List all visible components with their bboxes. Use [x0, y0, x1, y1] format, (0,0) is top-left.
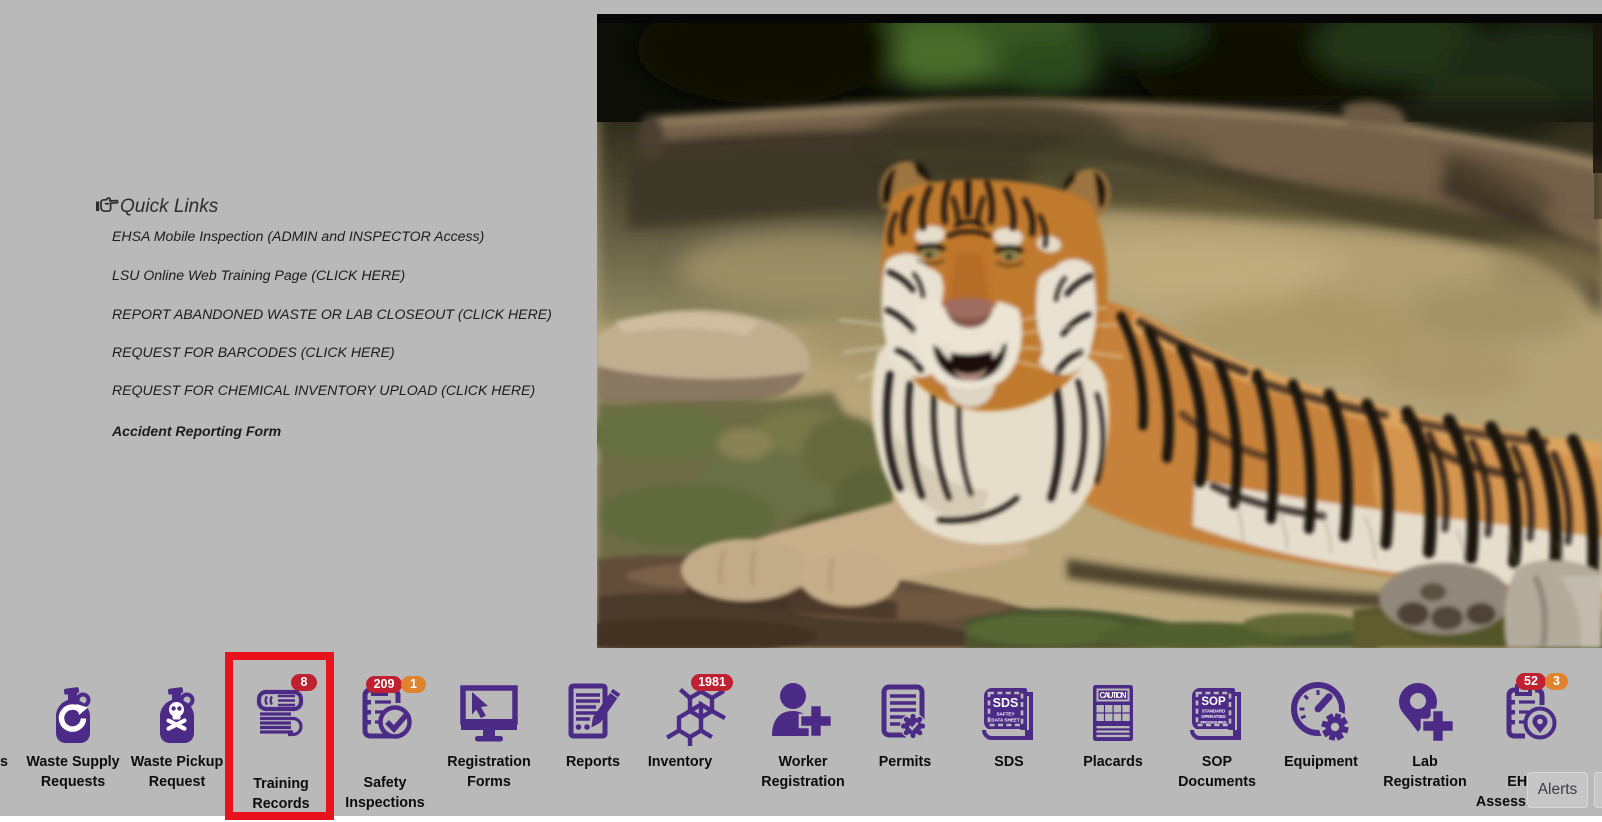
svg-text:OPERATING: OPERATING — [1201, 714, 1226, 719]
svg-text:CAUTION: CAUTION — [1100, 691, 1127, 700]
svg-text:STANDARD: STANDARD — [1202, 709, 1225, 714]
svg-text:PROCEDURES: PROCEDURES — [1201, 720, 1227, 725]
svg-text:SAFTEY: SAFTEY — [996, 712, 1014, 717]
svg-text:SOP: SOP — [1201, 696, 1226, 708]
svg-text:DATA SHEET: DATA SHEET — [991, 718, 1020, 723]
svg-text:SDS: SDS — [993, 696, 1019, 710]
